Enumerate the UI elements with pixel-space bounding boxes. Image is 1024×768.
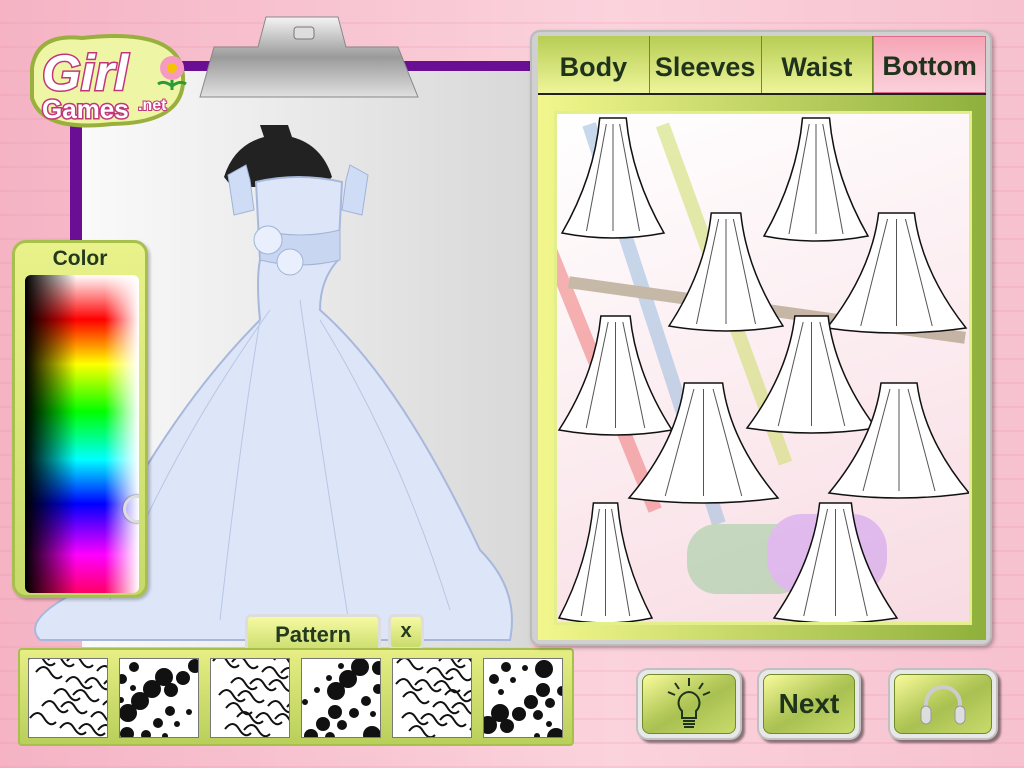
tab-body[interactable]: Body — [538, 36, 650, 93]
tab-bottom[interactable]: Bottom — [873, 36, 986, 93]
svg-text:.net: .net — [138, 97, 167, 114]
pattern-swatch-baroque-scroll[interactable] — [483, 658, 563, 738]
sound-toggle-button[interactable] — [888, 668, 998, 740]
tab-sleeves[interactable]: Sleeves — [649, 36, 762, 93]
pattern-swatch-dense-flowers[interactable] — [301, 658, 381, 738]
hint-button[interactable] — [636, 668, 742, 740]
pattern-swatch-curly-vines[interactable] — [392, 658, 472, 738]
color-panel-title: Color — [52, 247, 108, 270]
wardrobe-panel: Body Sleeves Waist Bottom — [530, 30, 992, 646]
pattern-swatch-black-floral[interactable] — [119, 658, 199, 738]
next-button[interactable]: Next — [757, 668, 861, 740]
skirt-option-ruffled-ball[interactable] — [762, 117, 870, 242]
girlgames-logo[interactable]: Girl Games .net — [22, 28, 187, 132]
skirt-option-tiered-tutu[interactable] — [667, 212, 785, 332]
category-tabs: Body Sleeves Waist Bottom — [538, 36, 986, 93]
svg-text:Girl: Girl — [42, 45, 129, 101]
lightbulb-icon — [667, 678, 711, 728]
pattern-tab[interactable]: Pattern — [245, 614, 381, 652]
skirt-options-svg — [557, 117, 969, 623]
skirt-options-grid — [554, 111, 972, 625]
clipboard-clip-icon — [199, 16, 419, 98]
color-panel: Color — [12, 240, 148, 598]
pattern-swatch-scattered-flowers[interactable] — [210, 658, 290, 738]
tab-waist[interactable]: Waist — [761, 36, 874, 93]
color-picker-handle[interactable] — [123, 495, 139, 523]
next-button-label: Next — [763, 674, 855, 734]
skirt-option-pleated[interactable] — [745, 315, 878, 434]
headphones-icon — [920, 685, 966, 725]
pattern-close-button[interactable]: x — [388, 614, 424, 650]
pattern-strip — [18, 648, 574, 746]
pattern-swatch-swirl-floral[interactable] — [28, 658, 108, 738]
color-spectrum-picker[interactable] — [25, 275, 139, 593]
skirt-option-mermaid-long[interactable] — [557, 502, 654, 623]
items-frame — [538, 93, 986, 640]
skirt-option-mermaid[interactable] — [560, 117, 666, 239]
